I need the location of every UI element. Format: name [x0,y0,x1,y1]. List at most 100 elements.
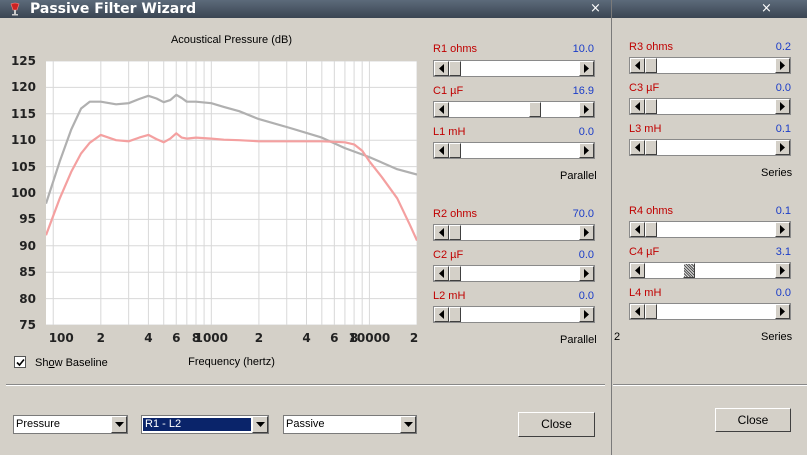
c2-left-arrow-icon[interactable] [434,266,449,281]
filter-type-dropdown-button[interactable] [400,416,416,433]
y-tick-label: 80 [19,291,36,306]
c4-slider-thumb[interactable] [683,263,695,278]
l1-slider[interactable] [433,142,595,159]
c1-slider[interactable] [433,101,595,118]
l4-value: 0.0 [775,287,791,299]
r3-right-arrow-icon[interactable] [775,58,790,73]
r3-left-arrow-icon[interactable] [630,58,645,73]
r2-slider-thumb[interactable] [449,225,461,240]
view-type-value: Pressure [16,418,61,430]
frequency-response-chart [44,60,419,326]
l1-right-arrow-icon[interactable] [579,143,594,158]
r1-label: R1 ohms [433,43,478,55]
x-tick-label: 2 [254,331,264,345]
r1-left-arrow-icon[interactable] [434,61,449,76]
l2-left-arrow-icon[interactable] [434,307,449,322]
component-range-value: R1 - L2 [143,418,251,431]
back-separator [613,384,807,386]
back-partial-glyph: 2 [614,331,621,343]
l4-left-arrow-icon[interactable] [630,304,645,319]
show-baseline-checkbox[interactable] [14,356,26,368]
filtered-response-line [44,132,419,241]
l2-slider[interactable] [433,306,595,323]
c3-left-arrow-icon[interactable] [630,99,645,114]
c3-slider[interactable] [629,98,791,115]
l3-right-arrow-icon[interactable] [775,140,790,155]
l1-slider-thumb[interactable] [449,143,461,158]
c1-right-arrow-icon[interactable] [579,102,594,117]
r4-left-arrow-icon[interactable] [630,222,645,237]
r1-slider-thumb[interactable] [449,61,461,76]
c3-value: 0.0 [775,82,791,94]
l4-right-arrow-icon[interactable] [775,304,790,319]
back-close-button[interactable]: Close [715,408,791,432]
r1-right-arrow-icon[interactable] [579,61,594,76]
bottom-separator [6,384,605,386]
c1-left-arrow-icon[interactable] [434,102,449,117]
y-tick-label: 120 [10,80,36,95]
c4-left-arrow-icon[interactable] [630,263,645,278]
r2-right-arrow-icon[interactable] [579,225,594,240]
c1-slider-thumb[interactable] [529,102,541,117]
chart-plot-area [44,60,419,326]
l3-slider[interactable] [629,139,791,156]
chevron-down-icon [256,422,265,427]
r2-slider[interactable] [433,224,595,241]
c2-right-arrow-icon[interactable] [579,266,594,281]
r3-label: R3 ohms [629,41,674,53]
c2-slider[interactable] [433,265,595,282]
component-range-select[interactable]: R1 - L2 [141,415,269,434]
y-tick-label: 75 [19,318,36,332]
l3-slider-thumb[interactable] [645,140,657,155]
y-tick-label: 85 [19,265,36,280]
r4-slider[interactable] [629,221,791,238]
l4-slider[interactable] [629,303,791,320]
r4-right-arrow-icon[interactable] [775,222,790,237]
show-baseline-label-part2: w Baseline [54,357,108,369]
c4-label: C4 µF [629,246,660,258]
x-tick-label: 1000 [194,331,229,345]
title-bar: Passive Filter Wizard × [0,0,611,18]
c4-value: 3.1 [775,246,791,258]
l3-left-arrow-icon[interactable] [630,140,645,155]
close-button[interactable]: Close [518,412,595,437]
x-tick-label: 2 [96,331,105,345]
x-tick-label: 4 [302,331,311,345]
r2-left-arrow-icon[interactable] [434,225,449,240]
x-tick-label: 4 [144,331,153,345]
filter-type-value: Passive [286,418,325,430]
passive-filter-wizard-window: Passive Filter Wizard × Acoustical Press… [0,0,612,455]
c4-slider[interactable] [629,262,791,279]
c2-slider-thumb[interactable] [449,266,461,281]
close-x-button[interactable]: × [590,1,601,17]
l1-value: 0.0 [578,126,594,138]
r4-slider-thumb[interactable] [645,222,657,237]
show-baseline-label-part1: Sh [35,357,49,369]
c1-label: C1 µF [433,85,464,97]
r3-slider[interactable] [629,57,791,74]
r4-label: R4 ohms [629,205,674,217]
c1-value: 16.9 [572,85,594,97]
l1-label: L1 mH [433,126,466,138]
c3-label: C3 µF [629,82,660,94]
c3-slider-thumb[interactable] [645,99,657,114]
show-baseline-label[interactable]: Show Baseline [35,357,108,370]
l4-slider-thumb[interactable] [645,304,657,319]
c4-right-arrow-icon[interactable] [775,263,790,278]
c3-right-arrow-icon[interactable] [775,99,790,114]
x-tick-label: 2 [409,331,419,345]
view-type-dropdown-button[interactable] [111,416,127,433]
filter-type-select[interactable]: Passive [283,415,417,434]
chevron-down-icon [404,422,413,427]
back-close-x-button[interactable]: × [761,1,772,17]
r1-slider[interactable] [433,60,595,77]
view-type-select[interactable]: Pressure [13,415,128,434]
x-tick-label: 6 [172,331,181,345]
l1-left-arrow-icon[interactable] [434,143,449,158]
l2-right-arrow-icon[interactable] [579,307,594,322]
r3-slider-thumb[interactable] [645,58,657,73]
l3-value: 0.1 [775,123,791,135]
l2-slider-thumb[interactable] [449,307,461,322]
chart-title: Acoustical Pressure (dB) [170,34,293,46]
component-range-dropdown-button[interactable] [252,416,268,433]
